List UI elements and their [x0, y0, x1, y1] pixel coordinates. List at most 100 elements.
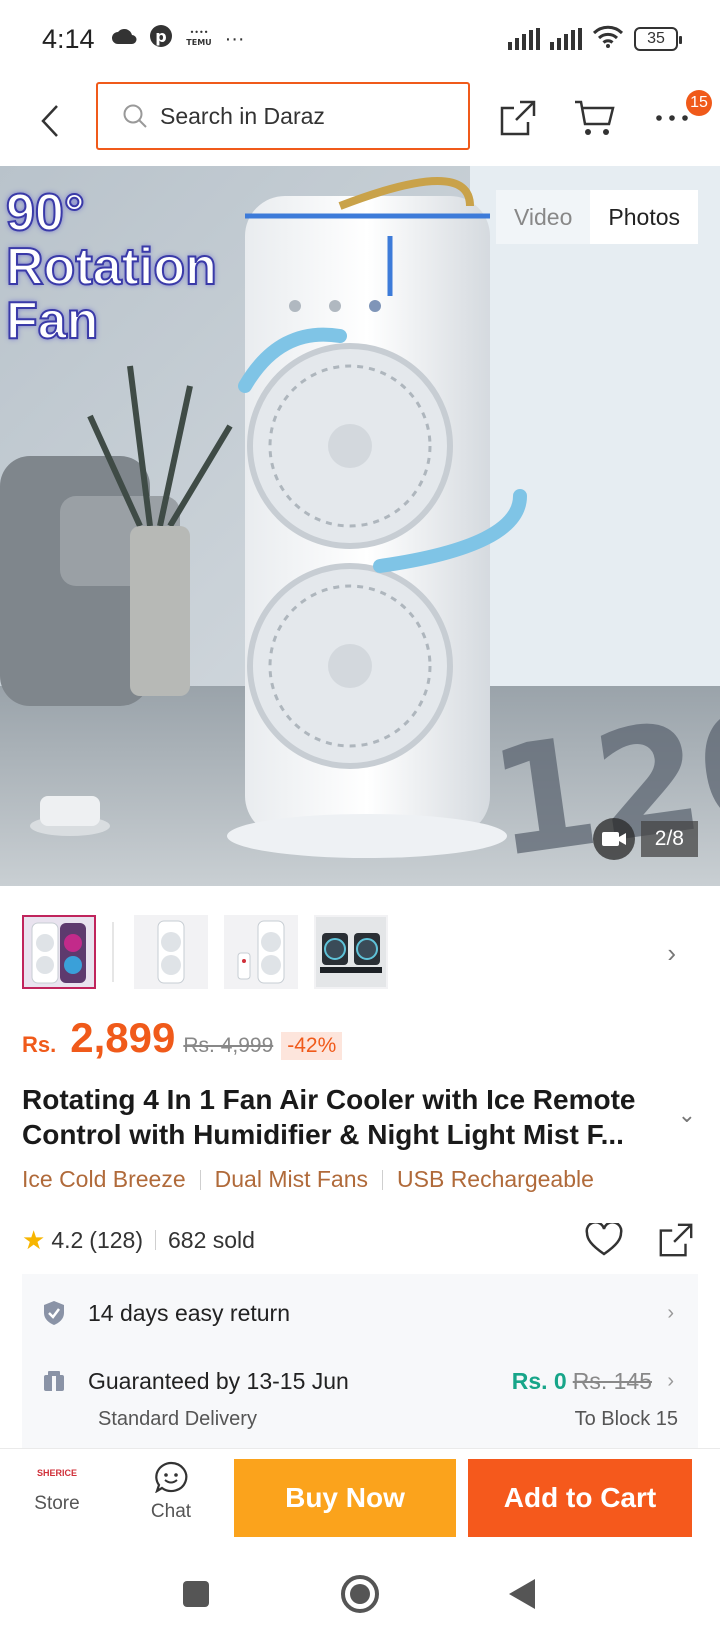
share-button[interactable]	[494, 94, 542, 142]
shipping-fee: Rs. 0 Rs. 145	[512, 1368, 652, 1395]
chevron-right-icon[interactable]: ›	[667, 938, 676, 969]
cart-button[interactable]	[570, 94, 618, 142]
thumbnail-image	[157, 920, 185, 984]
promo-line: Fan	[5, 292, 99, 350]
store-label: Store	[34, 1493, 80, 1514]
back-nav-button[interactable]	[502, 1574, 542, 1614]
search-placeholder: Search in Daraz	[160, 102, 325, 129]
package-icon	[40, 1367, 68, 1395]
ship-to-location[interactable]: To Block 15	[575, 1408, 678, 1431]
discount-badge: -42%	[281, 1032, 343, 1060]
shipping-fee-value: Rs. 0	[511, 1367, 567, 1394]
circle-icon	[341, 1575, 379, 1613]
home-button[interactable]	[340, 1574, 380, 1614]
thumbnail[interactable]	[22, 915, 96, 989]
temu-icon: •••• TEMU	[185, 25, 213, 53]
status-right: 35	[508, 25, 682, 54]
square-icon	[183, 1581, 209, 1607]
more-icon	[656, 115, 688, 121]
search-input[interactable]: Search in Daraz	[96, 82, 470, 150]
system-navigation-bar	[0, 1548, 720, 1640]
feature-tag: Ice Cold Breeze	[22, 1166, 186, 1192]
share-product-button[interactable]	[654, 1218, 698, 1262]
original-price: Rs. 4,999	[183, 1034, 274, 1057]
feature-tag: USB Rechargeable	[397, 1166, 594, 1192]
chevron-right-icon: ›	[667, 1369, 674, 1392]
status-bar: 4:14 p •••• TEMU ··· 35	[0, 0, 720, 78]
return-text: 14 days easy return	[88, 1299, 291, 1326]
search-icon	[123, 104, 147, 128]
triangle-back-icon	[509, 1579, 535, 1609]
price-row: Rs. 2,899 Rs. 4,999 -42%	[22, 1014, 343, 1074]
delivery-row[interactable]: Guaranteed by 13-15 Jun Rs. 0 Rs. 145 ›	[22, 1366, 698, 1396]
thumbnail-image	[24, 917, 94, 987]
svg-text:TEMU: TEMU	[186, 38, 211, 47]
price-currency: Rs.	[22, 1032, 57, 1057]
feature-tags: Ice Cold Breeze Dual Mist Fans USB Recha…	[22, 1166, 594, 1193]
more-notifications-icon: ···	[224, 27, 245, 50]
promo-text: 90° Rotation Fan	[5, 184, 218, 350]
buy-now-button[interactable]: Buy Now	[234, 1459, 456, 1537]
chevron-right-icon: ›	[667, 1301, 674, 1324]
service-card: 14 days easy return › Guaranteed by 13-1…	[22, 1274, 698, 1448]
cart-icon	[575, 100, 615, 135]
product-title: Rotating 4 In 1 Fan Air Cooler with Ice …	[22, 1084, 636, 1150]
back-button[interactable]	[30, 96, 70, 146]
signal-icon-2	[550, 28, 582, 50]
wifi-icon	[592, 25, 624, 54]
chat-icon	[155, 1461, 188, 1493]
tab-video[interactable]: Video	[495, 190, 591, 244]
tag-divider	[199, 1169, 201, 1190]
chat-button[interactable]: Chat	[126, 1461, 216, 1523]
add-to-cart-button[interactable]: Add to Cart	[468, 1459, 692, 1537]
pinterest-icon: p	[149, 24, 173, 54]
shield-icon	[40, 1299, 68, 1327]
thumbnail-divider	[112, 922, 114, 982]
share-icon	[659, 1223, 693, 1257]
feature-tag: Dual Mist Fans	[214, 1166, 369, 1192]
sold-count: 682 sold	[168, 1226, 255, 1253]
thumbnail-strip: ›	[22, 914, 698, 990]
thumbnail-image	[237, 920, 285, 984]
shipping-fee-old: Rs. 145	[572, 1367, 652, 1394]
notification-icons: p •••• TEMU ···	[111, 24, 245, 54]
status-time: 4:14	[42, 23, 95, 54]
thumbnail[interactable]	[224, 915, 298, 989]
rating-value[interactable]: 4.2	[51, 1227, 83, 1254]
svg-text:p: p	[155, 27, 166, 46]
star-icon: ★	[22, 1224, 46, 1255]
promo-line: Rotation	[5, 238, 218, 296]
video-camera-icon	[601, 832, 626, 846]
price-value: 2,899	[70, 1014, 176, 1061]
product-image-gallery[interactable]: 120 90° Rotation Fan Video Photos 2/8	[0, 166, 720, 886]
image-counter: 2/8	[592, 818, 698, 860]
rating-divider	[155, 1230, 156, 1250]
review-count[interactable]: (128)	[89, 1227, 143, 1254]
page-counter: 2/8	[640, 821, 698, 857]
rating-row: ★ 4.2 (128) 682 sold	[22, 1218, 698, 1262]
thumbnail-image	[316, 917, 386, 987]
chevron-left-icon	[41, 105, 58, 137]
media-tabs: Video Photos	[495, 190, 698, 244]
svg-text:••••: ••••	[189, 28, 208, 37]
store-button[interactable]: SHERICE Store	[12, 1461, 102, 1515]
thumbnail[interactable]	[314, 915, 388, 989]
thumbnail[interactable]	[134, 915, 208, 989]
cart-badge: 15	[686, 90, 712, 116]
chevron-down-icon[interactable]: ⌄	[678, 1102, 696, 1128]
tag-divider	[382, 1169, 384, 1190]
video-button[interactable]	[592, 818, 635, 860]
battery-icon: 35	[634, 27, 682, 51]
store-logo: SHERICE	[36, 1468, 77, 1478]
signal-icon	[508, 28, 540, 50]
delivery-text: Guaranteed by 13-15 Jun	[88, 1367, 349, 1394]
battery-level: 35	[647, 30, 665, 47]
return-policy-row[interactable]: 14 days easy return ›	[22, 1298, 698, 1328]
cloud-icon	[111, 27, 137, 51]
promo-line: 90°	[5, 184, 86, 242]
top-header: Search in Daraz 15	[0, 78, 720, 164]
recents-button[interactable]	[176, 1574, 216, 1614]
tab-photos[interactable]: Photos	[590, 190, 698, 244]
chat-label: Chat	[150, 1501, 192, 1522]
wishlist-button[interactable]	[582, 1218, 626, 1262]
